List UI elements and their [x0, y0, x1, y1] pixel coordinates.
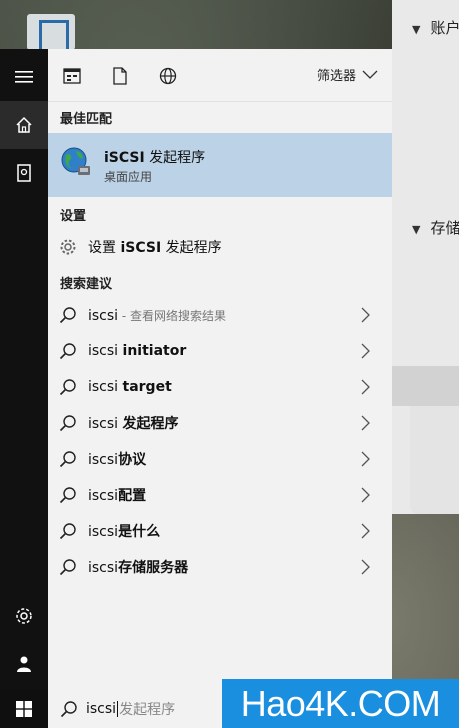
settings-icon — [16, 608, 32, 624]
settings-heading: 设置 — [60, 209, 87, 224]
suggestion-item[interactable]: iscsi配置 — [48, 477, 392, 513]
settings-gear-icon — [58, 237, 78, 257]
suggestion-item[interactable]: iscsi - 查看网络搜索结果 — [48, 297, 392, 333]
background-panel — [410, 406, 459, 514]
search-autocomplete-hint: 发起程序 — [119, 702, 176, 718]
windows-logo-icon — [16, 701, 32, 717]
notebook-icon — [17, 164, 31, 182]
search-results-panel: 筛选器 最佳匹配 iSCSI 发起程序 桌面应用 设置 设置 iSCSI 发起程… — [48, 49, 392, 690]
suggestion-text: iscsi initiator — [88, 343, 187, 359]
desktop-app-tile — [27, 14, 75, 53]
suggestion-item[interactable]: iscsi协议 — [48, 441, 392, 477]
collapse-triangle-icon: ▼ — [412, 223, 421, 236]
filter-dropdown[interactable]: 筛选器 — [317, 65, 378, 84]
chevron-right-icon[interactable] — [358, 451, 372, 467]
background-band — [392, 366, 459, 406]
document-icon — [113, 67, 127, 85]
suggestion-item[interactable]: iscsi是什么 — [48, 513, 392, 549]
suggestion-item[interactable]: iscsi target — [48, 369, 392, 405]
settings-result-label: 设置 iSCSI 发起程序 — [88, 240, 222, 256]
section-header-storage[interactable]: ▼ 存储 — [412, 217, 459, 237]
hamburger-icon — [15, 71, 33, 83]
apps-filter-button[interactable] — [62, 66, 82, 86]
suggestion-text: iscsi 发起程序 — [88, 416, 179, 432]
chevron-right-icon[interactable] — [358, 379, 372, 395]
chevron-right-icon[interactable] — [358, 559, 372, 575]
search-icon — [58, 413, 78, 433]
chevron-right-icon[interactable] — [358, 343, 372, 359]
chevron-right-icon[interactable] — [358, 487, 372, 503]
iscsi-globe-icon — [61, 147, 90, 175]
chevron-right-icon[interactable] — [358, 523, 372, 539]
settings-result-item[interactable]: 设置 iSCSI 发起程序 — [48, 229, 392, 265]
suggestion-text: iscsi是什么 — [88, 524, 161, 540]
filter-label: 筛选器 — [316, 69, 356, 84]
collapse-triangle-icon: ▼ — [412, 23, 421, 36]
search-icon — [60, 700, 78, 718]
best-match-app-name: iSCSI 发起程序 — [104, 150, 206, 166]
suggestion-item[interactable]: iscsi存储服务器 — [48, 549, 392, 585]
menu-button[interactable] — [0, 53, 48, 101]
section-header-accounts[interactable]: ▼ 账户 — [412, 17, 459, 37]
web-icon — [159, 67, 177, 85]
documents-filter-button[interactable] — [110, 66, 130, 86]
search-icon — [58, 377, 78, 397]
best-match-app-type: 桌面应用 — [104, 170, 153, 184]
best-match-result[interactable]: iSCSI 发起程序 桌面应用 — [48, 133, 392, 197]
notebook-button[interactable] — [0, 149, 48, 197]
background-settings-window: ▼ 账户 ▼ 存储 — [392, 0, 459, 514]
user-icon — [17, 656, 31, 672]
suggestion-item[interactable]: iscsi initiator — [48, 333, 392, 369]
search-icon — [58, 341, 78, 361]
suggestions-heading: 搜索建议 — [60, 277, 113, 292]
start-left-rail — [0, 49, 48, 690]
settings-button[interactable] — [0, 592, 48, 640]
web-filter-button[interactable] — [158, 66, 178, 86]
suggestion-text: iscsi - 查看网络搜索结果 — [88, 307, 227, 324]
apps-icon — [63, 68, 81, 84]
text-caret — [117, 701, 119, 717]
chevron-right-icon[interactable] — [358, 415, 372, 431]
best-match-heading: 最佳匹配 — [60, 112, 113, 127]
suggestion-text: iscsi存储服务器 — [88, 560, 189, 576]
search-icon — [58, 521, 78, 541]
suggestion-text: iscsi配置 — [88, 488, 147, 504]
home-button[interactable] — [0, 101, 48, 149]
user-button[interactable] — [0, 640, 48, 688]
chevron-down-icon — [362, 70, 378, 79]
search-icon — [58, 449, 78, 469]
results-toolbar: 筛选器 — [48, 49, 392, 102]
chevron-right-icon[interactable] — [358, 307, 372, 323]
search-typed-text: iscsi — [86, 701, 117, 717]
search-icon — [58, 305, 78, 325]
home-icon — [16, 116, 32, 133]
watermark: Hao4K.COM — [222, 679, 459, 728]
search-icon — [58, 557, 78, 577]
suggestion-text: iscsi协议 — [88, 452, 147, 468]
start-button[interactable] — [0, 690, 48, 728]
suggestion-item[interactable]: iscsi 发起程序 — [48, 405, 392, 441]
search-icon — [58, 485, 78, 505]
suggestion-text: iscsi target — [88, 379, 172, 395]
